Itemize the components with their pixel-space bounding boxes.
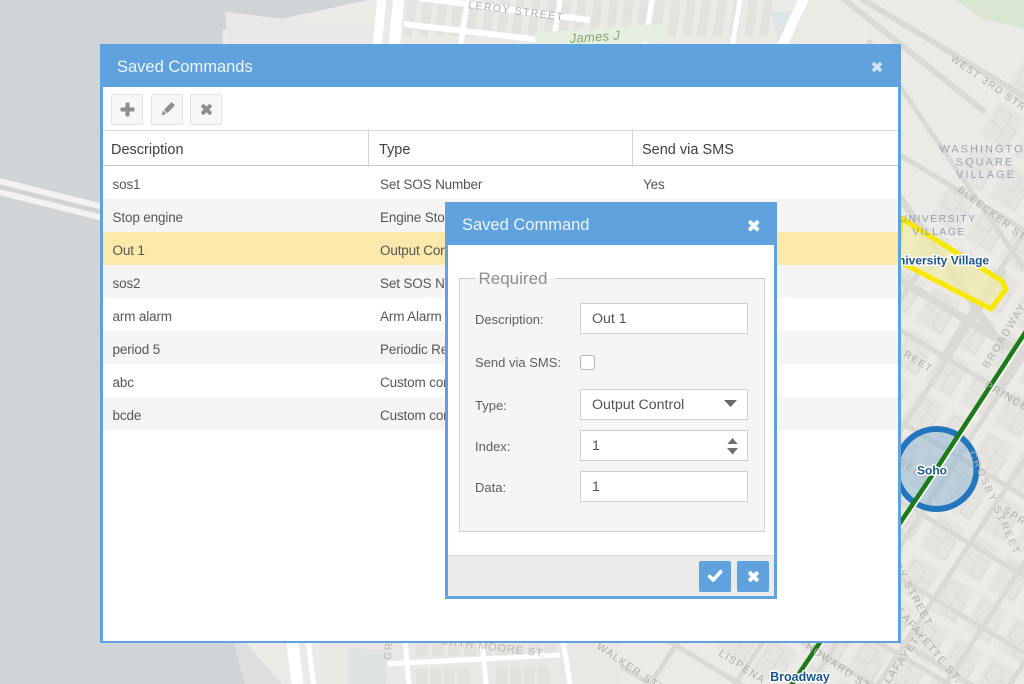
svg-text:UNIVERSITY: UNIVERSITY [899,213,976,225]
svg-text:Soho: Soho [917,464,947,478]
svg-text:Broadway: Broadway [770,670,830,684]
svg-text:niversity Village: niversity Village [898,254,989,268]
svg-text:WASHINGTON: WASHINGTON [939,144,1024,156]
svg-text:VILLAGE: VILLAGE [956,169,1016,181]
svg-text:SQUARE: SQUARE [956,157,1014,169]
svg-text:VILLAGE: VILLAGE [912,226,966,238]
svg-text:GR: GR [382,641,395,660]
